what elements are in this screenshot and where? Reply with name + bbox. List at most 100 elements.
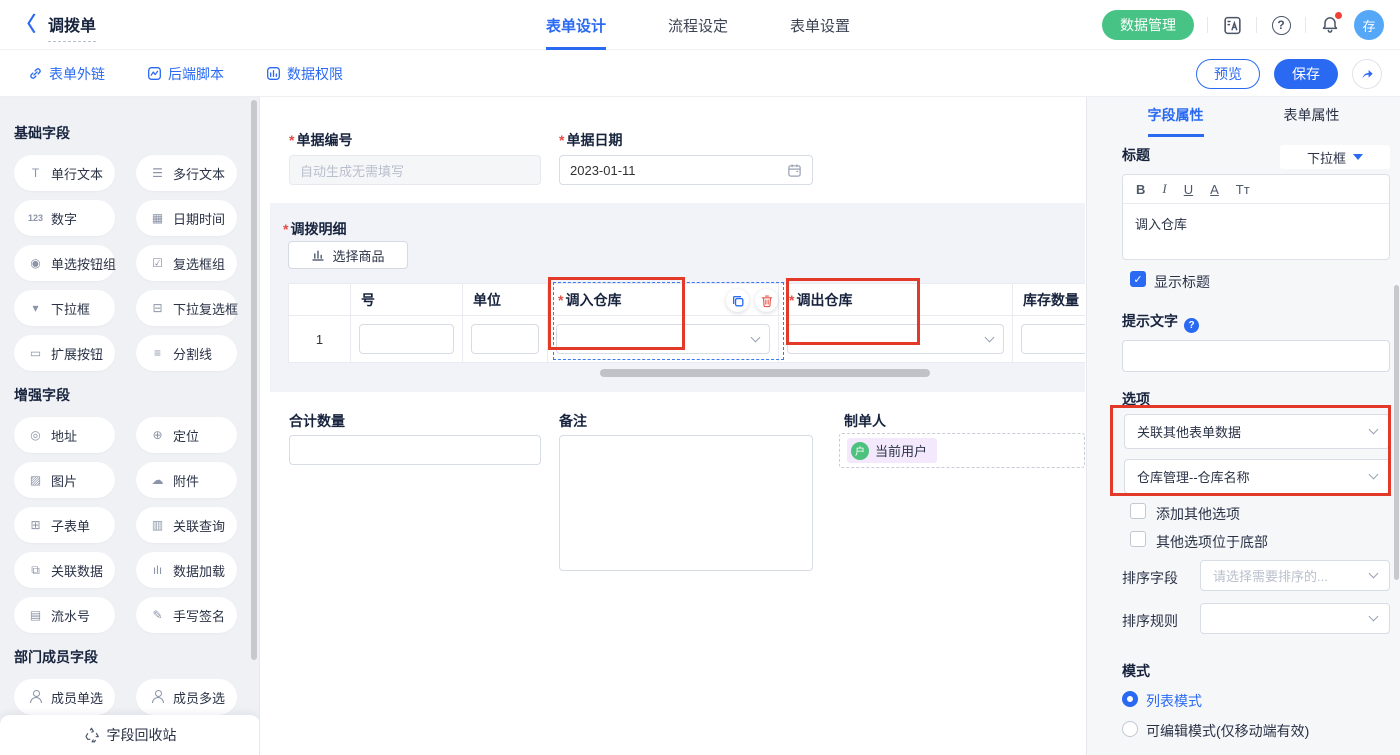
avatar[interactable]: 存 (1354, 10, 1384, 40)
script-icon (147, 66, 162, 81)
save-button[interactable]: 保存 (1274, 59, 1338, 89)
sidebar-item-radio-group[interactable]: ◉单选按钮组 (14, 245, 115, 281)
sidebar-item-data-load[interactable]: ılı数据加载 (136, 552, 237, 588)
section-member-fields: 部门成员字段 (14, 647, 259, 667)
table-horizontal-scrollbar[interactable] (600, 369, 930, 377)
creator-field[interactable]: 户 当前用户 (839, 433, 1085, 468)
preview-button[interactable]: 预览 (1196, 59, 1260, 89)
form-external-link[interactable]: 表单外链 (28, 64, 105, 84)
list-mode-radio[interactable] (1122, 691, 1138, 707)
share-arrow-icon (1360, 66, 1375, 81)
sidebar-item-dropdown[interactable]: ▾下拉框 (14, 290, 115, 326)
help-icon[interactable]: ? (1270, 14, 1292, 36)
panel-scrollbar[interactable] (1394, 285, 1399, 580)
option-source-select[interactable]: 关联其他表单数据 (1124, 414, 1390, 449)
doc-no-input[interactable]: 自动生成无需填写 (289, 155, 541, 185)
bold-button[interactable]: B (1136, 182, 1145, 197)
cell-input-unit[interactable] (471, 324, 539, 354)
sidebar-item-single-line-text[interactable]: T单行文本 (14, 155, 115, 191)
query-icon: ▥ (149, 519, 166, 531)
italic-button[interactable]: I (1162, 181, 1166, 197)
sidebar-item-image[interactable]: ▨图片 (14, 462, 115, 498)
trash-icon (760, 294, 774, 308)
share-button[interactable] (1352, 59, 1382, 89)
data-permission-link[interactable]: 数据权限 (266, 64, 343, 84)
mode-label: 模式 (1122, 661, 1150, 681)
editable-mode-radio[interactable] (1122, 721, 1138, 737)
total-qty-input[interactable] (289, 435, 541, 465)
detail-label: *调拨明细 (283, 219, 346, 239)
sidebar-item-checkbox-group[interactable]: ☑复选框组 (136, 245, 237, 281)
underline-button[interactable]: U (1184, 182, 1193, 197)
contacts-icon[interactable] (1221, 14, 1243, 36)
back-icon[interactable]: 〈 (16, 15, 36, 35)
tab-field-properties[interactable]: 字段属性 (1148, 105, 1204, 137)
select-product-button[interactable]: 选择商品 (288, 241, 408, 269)
sidebar-item-number[interactable]: 123数字 (14, 200, 115, 236)
title-editor: B I U A Tт 调入仓库 (1122, 174, 1390, 260)
copy-field-button[interactable] (726, 289, 749, 312)
tab-flow-setting[interactable]: 流程设定 (668, 0, 728, 50)
section-enhanced-fields: 增强字段 (14, 385, 259, 405)
calendar-icon: ▦ (149, 212, 166, 224)
sidebar-item-location[interactable]: ⊕定位 (136, 417, 237, 453)
backend-script-link[interactable]: 后端脚本 (147, 64, 224, 84)
other-option-bottom-checkbox[interactable] (1130, 531, 1146, 547)
sidebar-item-dropdown-multi[interactable]: ⊟下拉复选框 (136, 290, 237, 326)
sidebar-item-address[interactable]: ◎地址 (14, 417, 115, 453)
total-qty-label: 合计数量 (289, 411, 345, 431)
cell-input-no[interactable] (359, 324, 454, 354)
cell-select-out-warehouse[interactable] (787, 324, 1004, 354)
sort-field-label: 排序字段 (1122, 568, 1178, 588)
tab-form-design[interactable]: 表单设计 (546, 0, 606, 50)
doc-date-input[interactable]: 2023-01-11 (559, 155, 813, 185)
col-header-stock-qty[interactable]: 库存数量 (1013, 284, 1085, 316)
sidebar-item-subform[interactable]: ⊞子表单 (14, 507, 115, 543)
radio-icon: ◉ (27, 257, 44, 269)
help-circle-icon[interactable]: ? (1184, 318, 1199, 333)
notification-dot (1335, 12, 1342, 19)
field-recycle-bin[interactable]: 字段回收站 (0, 715, 260, 755)
show-title-checkbox[interactable]: ✓ (1130, 271, 1146, 287)
tab-form-setting[interactable]: 表单设置 (790, 0, 850, 50)
selected-field-outline (553, 282, 784, 360)
sidebar-item-member-multi[interactable]: 成员多选 (136, 679, 237, 715)
pen-icon: ✎ (149, 609, 166, 621)
remark-textarea[interactable] (559, 435, 813, 571)
data-manage-button[interactable]: 数据管理 (1102, 10, 1194, 40)
add-other-option-checkbox[interactable] (1130, 503, 1146, 519)
option-form-select[interactable]: 仓库管理--仓库名称 (1124, 459, 1390, 494)
sort-rule-label: 排序规则 (1122, 611, 1178, 631)
tab-form-properties[interactable]: 表单属性 (1284, 105, 1340, 137)
sidebar-item-serial-number[interactable]: ▤流水号 (14, 597, 115, 633)
notification-bell-icon[interactable] (1319, 14, 1341, 36)
sidebar-item-datetime[interactable]: ▦日期时间 (136, 200, 237, 236)
title-editor-content[interactable]: 调入仓库 (1123, 204, 1389, 243)
sidebar-item-attachment[interactable]: ☁附件 (136, 462, 237, 498)
sidebar-item-linked-query[interactable]: ▥关联查询 (136, 507, 237, 543)
sidebar-scrollbar[interactable] (251, 100, 257, 660)
caret-down-icon (1353, 154, 1363, 160)
font-color-button[interactable]: A (1210, 182, 1219, 197)
font-size-button[interactable]: Tт (1236, 182, 1250, 197)
col-header-unit[interactable]: 单位 (463, 284, 548, 316)
doc-no-label: *单据编号 (289, 130, 352, 150)
col-header-out-warehouse[interactable]: *调出仓库 (779, 284, 1013, 316)
field-type-select[interactable]: 下拉框 (1280, 145, 1390, 169)
chevron-down-icon (1369, 612, 1379, 622)
title-label: 标题 (1122, 145, 1150, 165)
sidebar-item-signature[interactable]: ✎手写签名 (136, 597, 237, 633)
sidebar-item-member-single[interactable]: 成员单选 (14, 679, 115, 715)
form-title[interactable]: 调拨单 (48, 12, 96, 42)
sort-rule-select[interactable] (1200, 603, 1390, 634)
form-canvas: *单据编号 自动生成无需填写 *单据日期 2023-01-11 *调拨明细 选择… (261, 97, 1085, 755)
delete-field-button[interactable] (755, 289, 778, 312)
sidebar-item-multi-line-text[interactable]: ☰多行文本 (136, 155, 237, 191)
sidebar-item-linked-data[interactable]: ⧉关联数据 (14, 552, 115, 588)
sidebar-item-divider[interactable]: ≡分割线 (136, 335, 237, 371)
hint-text-input[interactable] (1122, 340, 1390, 372)
cell-input-stock-qty[interactable] (1021, 324, 1085, 354)
sort-field-select[interactable]: 请选择需要排序的... (1200, 560, 1390, 591)
col-header-no[interactable]: 号 (351, 284, 463, 316)
sidebar-item-extend-button[interactable]: ▭扩展按钮 (14, 335, 115, 371)
